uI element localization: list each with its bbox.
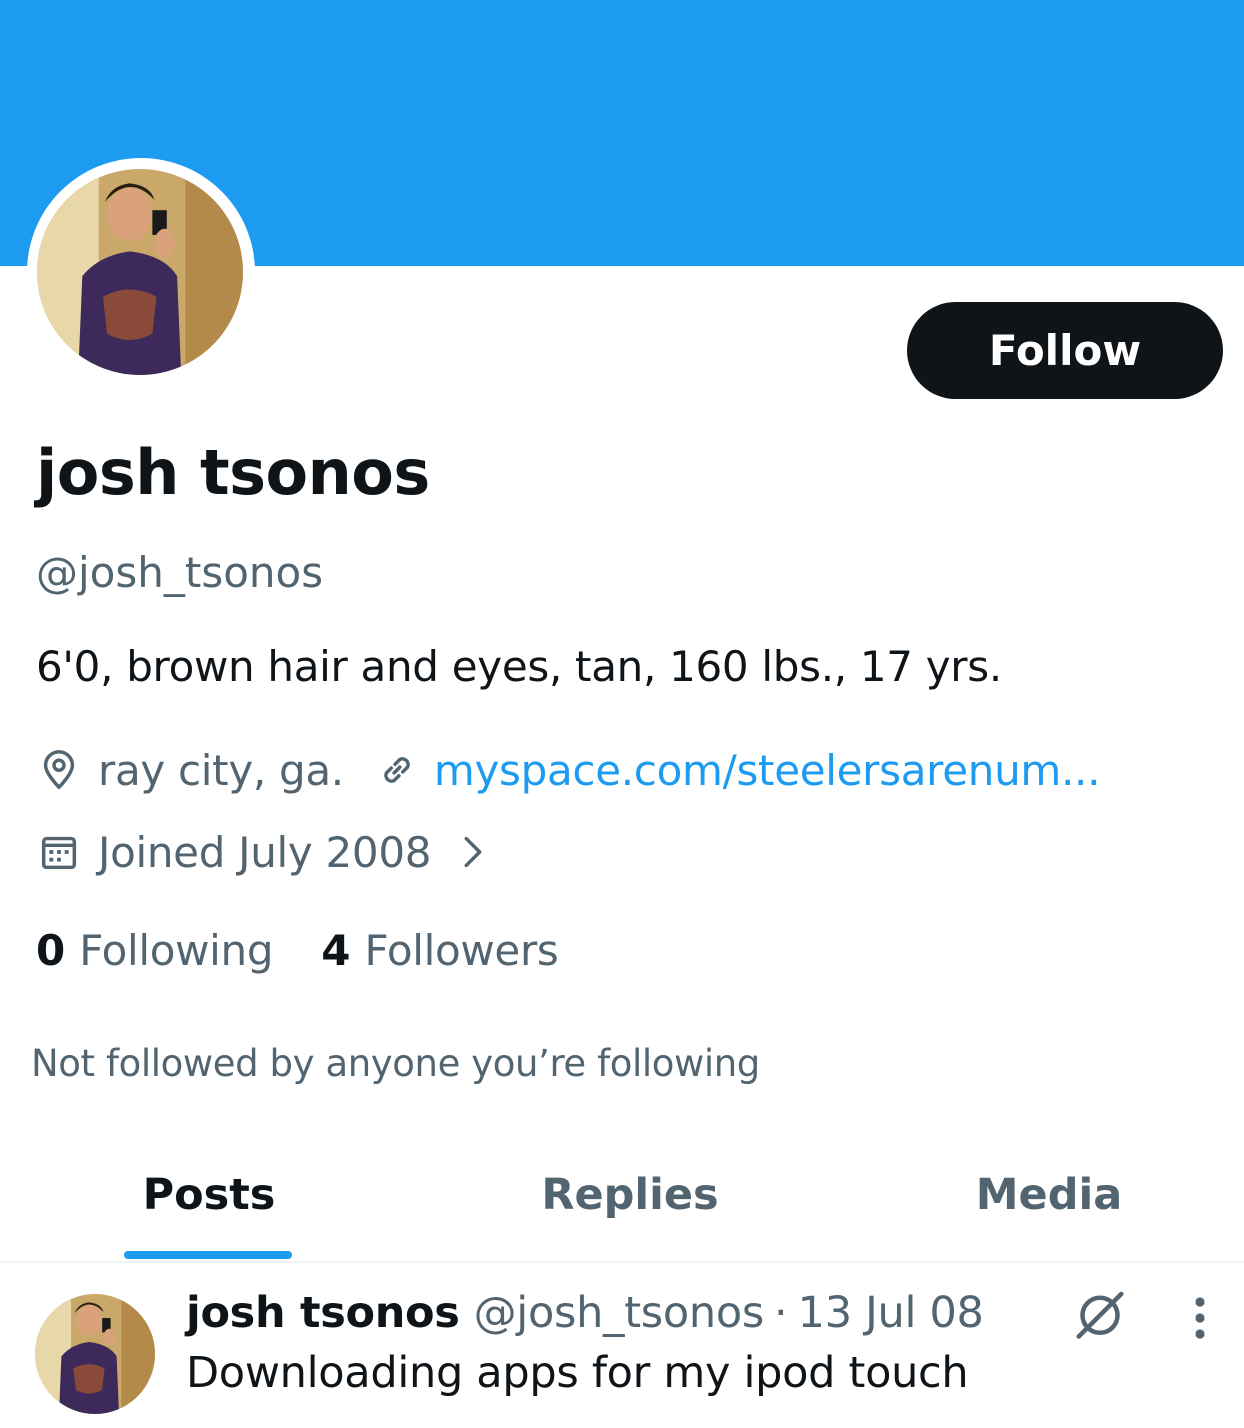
post-avatar[interactable] [35,1294,155,1414]
calendar-icon [36,829,82,875]
profile-joined-date: Joined July 2008 [98,827,432,877]
tab-replies[interactable]: Replies [500,1160,760,1230]
post-author-name[interactable]: josh tsonos [186,1288,460,1338]
profile-handle: @josh_tsonos [36,548,324,597]
post-date[interactable]: 13 Jul 08 [798,1288,984,1338]
profile-meta-joined-row[interactable]: Joined July 2008 [36,820,495,884]
location-pin-icon [36,747,82,793]
grok-icon[interactable] [1070,1284,1130,1344]
following-count: 0 [36,925,66,975]
following-link[interactable]: 0 Following [36,925,274,975]
tab-media[interactable]: Media [940,1160,1158,1230]
tab-posts[interactable]: Posts [100,1160,318,1230]
profile-bio: 6'0, brown hair and eyes, tan, 160 lbs.,… [36,642,1002,691]
followers-label: Followers [364,925,559,975]
chevron-right-icon [449,829,495,875]
post-text[interactable]: Downloading apps for my ipod touch [186,1348,969,1398]
profile-display-name: josh tsonos [36,436,430,509]
tab-divider [0,1261,1244,1263]
profile-website-link[interactable]: myspace.com/steelersarenum... [434,746,1101,795]
profile-location: ray city, ga. [98,745,344,795]
following-label: Following [79,925,274,975]
post-author-handle[interactable]: @josh_tsonos [474,1288,765,1338]
follow-button[interactable]: Follow [907,302,1223,399]
active-tab-indicator [124,1251,292,1259]
not-followed-notice: Not followed by anyone you’re following [31,1042,760,1085]
followers-link[interactable]: 4 Followers [321,925,559,975]
post-separator: · [773,1288,788,1338]
avatar-photo [37,169,243,375]
followers-count: 4 [321,925,351,975]
post-header: josh tsonos @josh_tsonos · 13 Jul 08 [186,1282,984,1344]
profile-meta-location-row: ray city, ga. myspace.com/steelersarenum… [36,738,1100,802]
profile-stats: 0 Following 4 Followers [36,918,559,982]
more-vertical-icon[interactable] [1180,1292,1220,1344]
link-icon [374,747,420,793]
profile-avatar[interactable] [37,169,243,375]
post-avatar-photo [35,1294,155,1414]
